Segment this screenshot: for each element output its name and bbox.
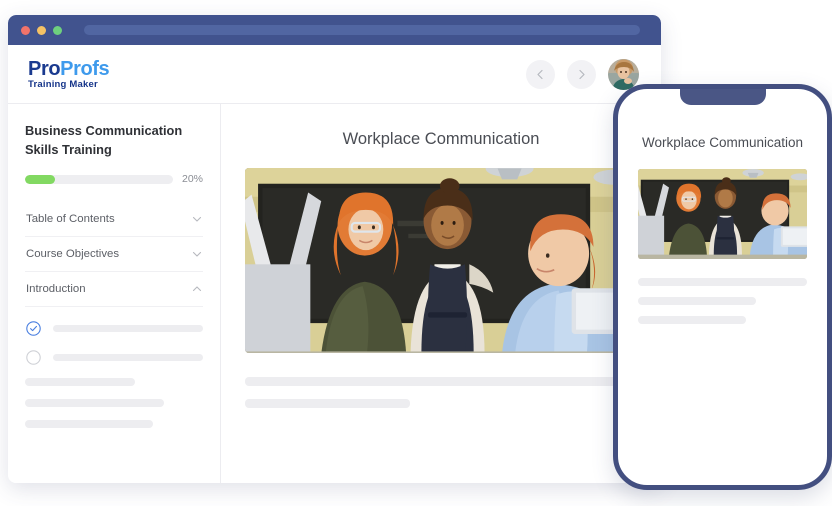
slide-placeholder-bar <box>245 399 410 408</box>
slide-text-placeholders <box>245 377 637 408</box>
slide-title: Workplace Communication <box>342 130 540 148</box>
phone-mockup: Workplace Communication <box>613 84 832 490</box>
sidebar-item-introduction[interactable]: Introduction <box>25 272 203 308</box>
phone-placeholder-bar <box>638 315 747 324</box>
avatar[interactable] <box>608 58 639 90</box>
logo-pro-text: Pro <box>28 57 61 80</box>
next-slide-button[interactable] <box>567 59 596 89</box>
phone-placeholder-bar <box>638 296 757 305</box>
course-sidebar: Business Communication Skills Training 2… <box>8 104 221 483</box>
app-body: Business Communication Skills Training 2… <box>8 104 661 483</box>
empty-circle-icon <box>26 350 41 365</box>
classroom-photo <box>638 168 807 259</box>
browser-chrome <box>8 15 661 45</box>
sidebar-item-label: Table of Contents <box>26 213 115 226</box>
logo-subtitle: Training Maker <box>28 78 98 90</box>
sidebar-placeholder-bar <box>25 420 154 429</box>
chevron-down-icon <box>192 217 202 222</box>
phone-slide-title: Workplace Communication <box>641 135 804 150</box>
proprofs-logo[interactable]: ProProfs Training Maker <box>28 57 110 90</box>
lesson-item-completed[interactable] <box>26 321 203 336</box>
chevron-down-icon <box>192 252 202 257</box>
slide-image <box>245 168 637 353</box>
sidebar-placeholder-bar <box>25 399 164 408</box>
phone-screen: Workplace Communication <box>618 89 827 324</box>
sidebar-placeholder-bar <box>25 378 136 387</box>
phone-text-placeholders <box>638 277 807 324</box>
app-header: ProProfs Training Maker <box>8 45 661 104</box>
course-title: Business Communication Skills Training <box>25 123 183 157</box>
slide-content: Workplace Communication <box>221 104 661 483</box>
previous-slide-button[interactable] <box>526 59 555 89</box>
close-window-button[interactable] <box>21 25 30 35</box>
browser-window: ProProfs Training Maker Business Communi… <box>8 15 661 483</box>
lesson-item-incomplete[interactable] <box>26 350 203 365</box>
progress-fill <box>25 174 55 184</box>
classroom-photo <box>245 168 637 353</box>
header-actions <box>526 58 639 90</box>
lesson-title-placeholder <box>53 354 203 362</box>
phone-notch <box>679 89 766 105</box>
progress-label: 20% <box>181 173 203 186</box>
course-progress: 20% <box>25 173 203 185</box>
sidebar-item-label: Course Objectives <box>26 248 120 261</box>
phone-slide-image <box>638 168 807 259</box>
logo-profs-text: Profs <box>60 57 110 80</box>
chevron-up-icon <box>192 286 202 292</box>
chevron-right-icon <box>579 69 585 79</box>
sidebar-item-label: Introduction <box>26 283 86 296</box>
sidebar-item-table-of-contents[interactable]: Table of Contents <box>25 202 203 238</box>
check-circle-icon <box>26 321 41 336</box>
window-controls <box>21 25 62 35</box>
address-bar[interactable] <box>84 25 640 35</box>
logo-wordmark: ProProfs <box>28 57 110 80</box>
progress-track <box>25 174 173 184</box>
chevron-left-icon <box>537 69 543 79</box>
sidebar-item-course-objectives[interactable]: Course Objectives <box>25 237 203 273</box>
maximize-window-button[interactable] <box>53 25 62 35</box>
phone-placeholder-bar <box>638 277 807 286</box>
minimize-window-button[interactable] <box>37 25 46 35</box>
avatar-image <box>608 58 639 90</box>
screenshot-stage: ProProfs Training Maker Business Communi… <box>0 0 832 506</box>
lesson-title-placeholder <box>53 325 203 333</box>
slide-placeholder-bar <box>245 377 637 386</box>
